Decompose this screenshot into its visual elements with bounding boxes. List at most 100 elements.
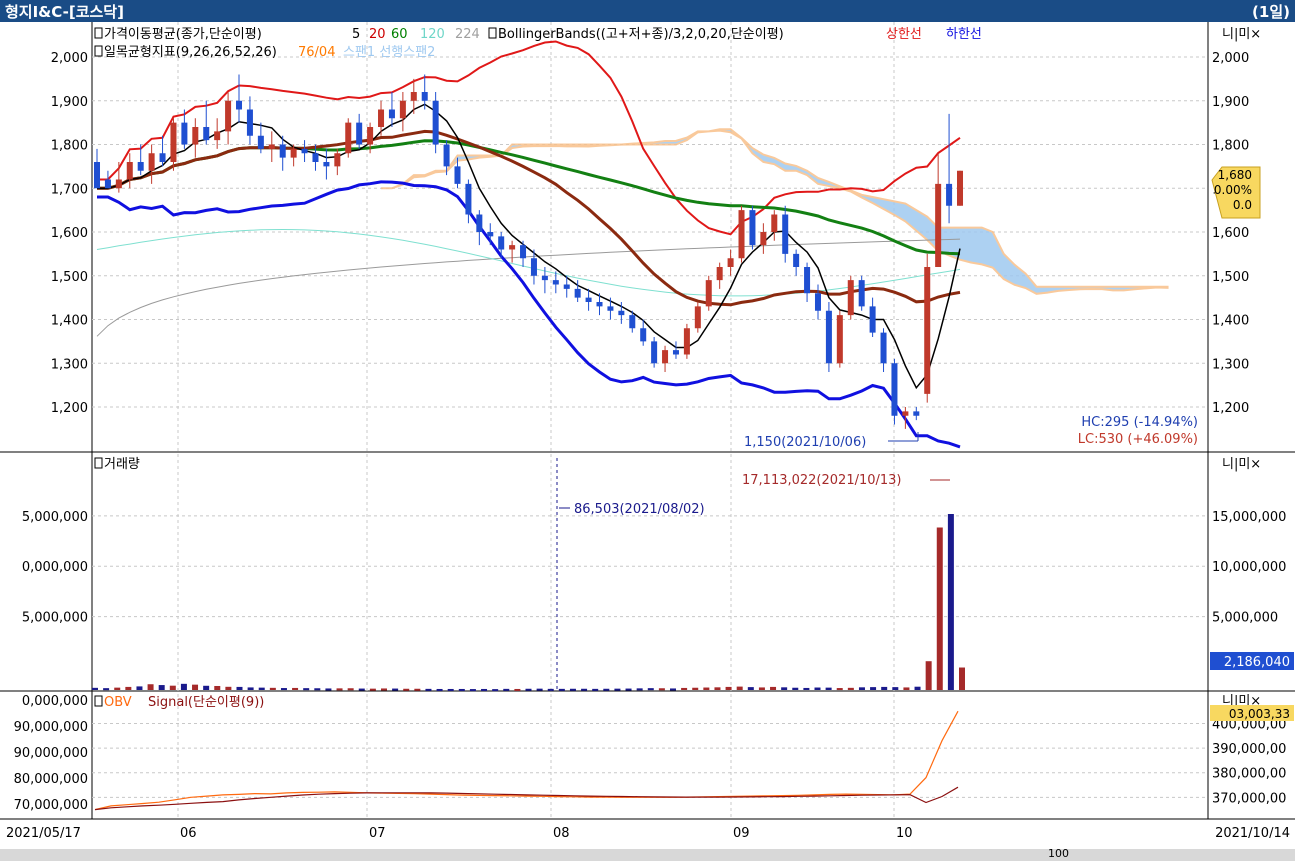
- lc-label: LC:530 (+46.09%): [1078, 432, 1198, 447]
- ichimoku-overlap-label: 76/04: [298, 45, 335, 60]
- price-tick-right: 1,900: [1212, 95, 1249, 110]
- price-tick-left: 1,600: [51, 226, 88, 241]
- volume-bar: [569, 688, 576, 691]
- volume-bar: [292, 687, 299, 690]
- candle-body: [585, 297, 592, 302]
- volume-bar: [836, 688, 843, 691]
- price-tick-right: 1,300: [1212, 357, 1249, 372]
- candle-body: [509, 245, 516, 250]
- candle-body: [126, 162, 133, 180]
- candle-body: [607, 306, 614, 311]
- candle-body: [410, 92, 417, 101]
- candle-body: [148, 153, 155, 171]
- volume-bar: [647, 688, 654, 691]
- candle-body: [541, 275, 548, 281]
- volume-tick-left: 0,000,000: [22, 560, 88, 575]
- candle-body: [640, 328, 647, 342]
- price-tick-left: 1,900: [51, 95, 88, 110]
- volume-bar: [814, 687, 821, 690]
- candle-body: [618, 310, 625, 316]
- candle-body: [552, 280, 559, 285]
- bb-legend-label: BollingerBands((고+저+종)/3,2,0,20,단순이평): [498, 27, 784, 42]
- volume-bar: [280, 688, 287, 691]
- candle-body: [312, 153, 319, 162]
- candle-body: [596, 302, 603, 307]
- volume-bar: [792, 687, 799, 690]
- candle-body: [181, 122, 188, 145]
- candle-body: [268, 144, 275, 149]
- candle-body: [399, 100, 406, 119]
- volume-bar: [236, 686, 243, 690]
- candle-body: [858, 280, 865, 307]
- candle-body: [935, 183, 942, 267]
- price-panel-controls[interactable]: 니|미×: [1222, 27, 1261, 42]
- volume-bar: [770, 686, 777, 690]
- volume-bar: [125, 686, 132, 690]
- candle-body: [847, 280, 854, 316]
- volume-bar: [936, 527, 943, 690]
- volume-tick-right: 15,000,000: [1212, 510, 1286, 525]
- candle-body: [924, 267, 931, 394]
- candle-body: [902, 411, 909, 416]
- title-bar: 형지I&C-[코스닥] (1일): [0, 0, 1295, 22]
- volume-panel-controls[interactable]: 니|미×: [1222, 457, 1261, 472]
- volume-min-marker: 86,503(2021/08/02): [574, 502, 705, 517]
- candle-body: [236, 100, 243, 110]
- volume-bar: [347, 688, 354, 691]
- price-tick-right: 2,000: [1212, 51, 1249, 66]
- volume-bar: [614, 688, 621, 691]
- candle-body: [301, 148, 308, 154]
- candle-body: [356, 122, 363, 145]
- zoom-value[interactable]: 100: [1048, 847, 1069, 860]
- volume-bar: [458, 688, 465, 691]
- candle-body: [137, 162, 144, 171]
- candle-body: [629, 315, 636, 329]
- candle-body: [880, 332, 887, 364]
- volume-bar: [603, 688, 610, 691]
- candle-body: [115, 179, 122, 189]
- obv-current-value: 03,003,33: [1229, 707, 1290, 721]
- candle-body: [520, 245, 527, 259]
- volume-bar: [314, 688, 321, 691]
- x-month-07: 07: [369, 826, 386, 841]
- window-title: 형지I&C-[코스닥]: [5, 3, 124, 21]
- candle-body: [432, 100, 439, 145]
- obv-signal-legend: Signal(단순이평(9)): [148, 695, 264, 710]
- candle-body: [782, 214, 789, 254]
- obv-tick-left: 70,000,000: [14, 798, 88, 813]
- current-price-diff: 0.0: [1233, 198, 1252, 212]
- candle-body: [662, 350, 669, 364]
- volume-bar: [536, 688, 543, 691]
- candle-body: [705, 280, 712, 307]
- volume-bar: [358, 688, 365, 691]
- volume-bar: [403, 688, 410, 691]
- volume-bar: [514, 688, 521, 691]
- candle-body: [530, 258, 537, 276]
- obv-legend-label: OBV: [104, 695, 132, 710]
- candle-body: [388, 109, 395, 119]
- ma-legend-label: 가격이동평균(종가,단순이평): [104, 27, 262, 42]
- volume-bar: [503, 688, 510, 691]
- volume-bar: [947, 514, 954, 690]
- volume-bar: [681, 687, 688, 690]
- bottom-toolbar: 100: [0, 847, 1295, 861]
- volume-bar: [481, 688, 488, 691]
- volume-bar: [892, 687, 899, 690]
- volume-bar: [492, 689, 499, 692]
- volume-bar: [658, 688, 665, 691]
- volume-bar: [447, 688, 454, 691]
- candle-body: [487, 232, 494, 237]
- candle-body: [367, 127, 374, 145]
- price-tick-right: 1,400: [1212, 314, 1249, 329]
- ma20-legend: 20: [369, 27, 386, 42]
- volume-bar: [258, 687, 265, 690]
- price-tick-left: 1,500: [51, 270, 88, 285]
- candle-body: [159, 153, 166, 162]
- volume-tick-left: 5,000,000: [22, 611, 88, 626]
- stock-chart[interactable]: 2,0002,0001,9001,9001,8001,8001,7001,700…: [0, 22, 1295, 849]
- bb-upper-legend: 상한선: [886, 27, 922, 42]
- volume-bar: [803, 687, 810, 690]
- volume-bar: [636, 688, 643, 691]
- volume-bar: [436, 688, 443, 691]
- volume-bar: [180, 683, 187, 690]
